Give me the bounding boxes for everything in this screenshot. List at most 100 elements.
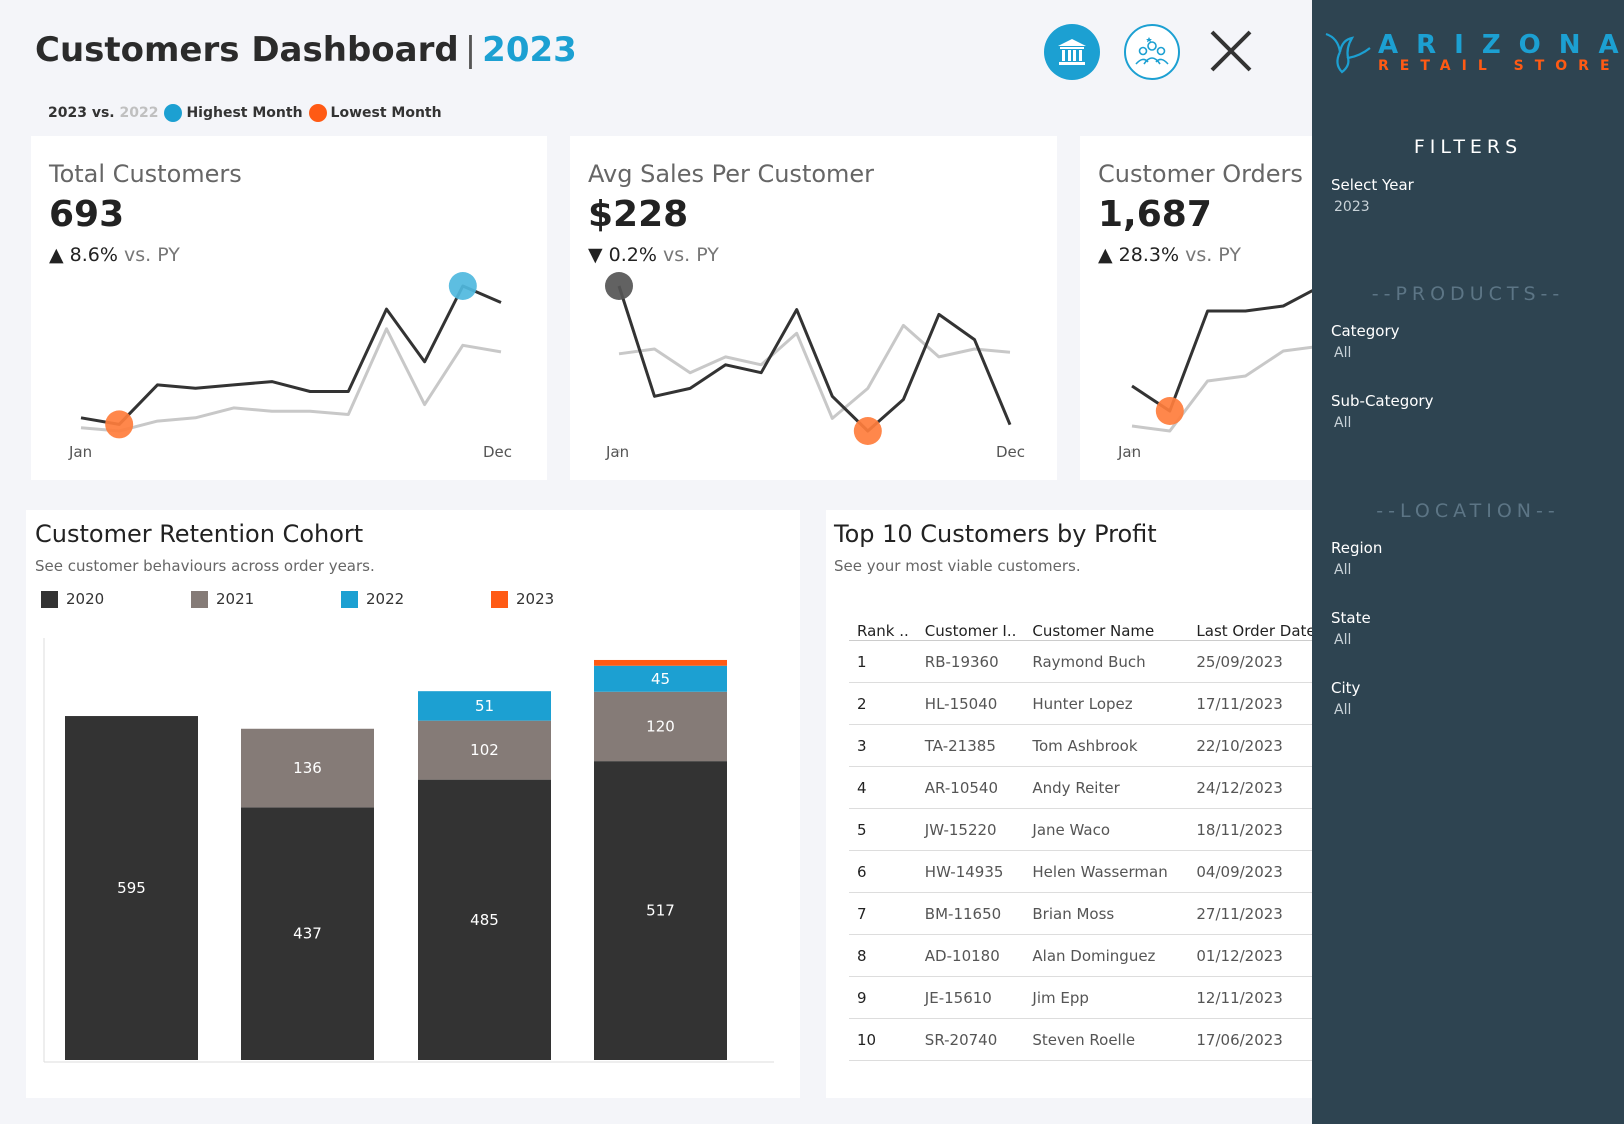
cell-customer-name: Tom Ashbrook [1024,724,1189,767]
cell-rank: 5 [849,808,917,851]
bank-icon[interactable] [1044,24,1100,80]
cell-customer-id: AD-10180 [916,934,1025,977]
subcategory-dropdown[interactable]: All [1334,415,1351,431]
bar-value-label: 51 [475,697,494,715]
bar-value-label: 102 [470,741,499,759]
cell-rank: 7 [849,892,917,935]
cell-customer-name: Helen Wasserman [1024,850,1189,893]
bar-value-label: 437 [293,925,322,943]
legend-highest: Highest Month [186,105,303,121]
brand-name: ARIZONA [1378,30,1624,60]
cell-rank: 3 [849,724,917,767]
cell-customer-id: HL-15040 [916,682,1025,725]
lowest-month-marker [105,410,134,439]
cohort-card: Customer Retention Cohort See customer b… [26,510,800,1098]
bar-value-label: 136 [293,759,322,777]
category-label: Category [1331,322,1400,340]
series-line-2023 [617,285,1012,433]
x-axis-start: Jan [1118,443,1142,461]
region-label: Region [1331,539,1383,557]
table-row[interactable]: 6 HW-14935 Helen Wasserman 04/09/2023 [849,850,1312,893]
bar-segment-2023-2023 [594,659,727,666]
bar-value-label: 595 [117,879,146,897]
cell-customer-id: SR-20740 [916,1018,1025,1061]
top10-title: Top 10 Customers by Profit [834,520,1157,548]
x-axis-start: Jan [69,443,93,461]
series-line-2022 [618,323,1011,420]
legend-lowest: Lowest Month [330,105,442,121]
title-text: Customers Dashboard [35,30,459,70]
bar-value-label: 120 [646,717,675,735]
region-dropdown[interactable]: All [1334,562,1351,578]
cell-customer-id: RB-19360 [916,640,1025,683]
legend-current: 2023 vs. [48,105,115,121]
cell-customer-id: JE-15610 [916,976,1025,1019]
table-row[interactable]: 2 HL-15040 Hunter Lopez 17/11/2023 [849,682,1312,725]
series-line-2023 [80,284,502,426]
table-row[interactable]: 1 RB-19360 Raymond Buch 25/09/2023 [849,640,1312,683]
kpi-card-avg-sales: Avg Sales Per Customer $228 ▼ 0.2% vs. P… [570,136,1057,480]
table-row[interactable]: 3 TA-21385 Tom Ashbrook 22/10/2023 [849,724,1312,767]
cell-last-order-date: 27/11/2023 [1188,892,1312,935]
select-year-dropdown[interactable]: 2023 [1334,199,1370,215]
cell-last-order-date: 25/09/2023 [1188,640,1312,683]
select-year-label: Select Year [1331,176,1414,194]
top10-subtitle: See your most viable customers. [834,557,1081,575]
cell-rank: 1 [849,640,917,683]
cell-rank: 8 [849,934,917,977]
kpi-sparkline-total-customers [80,272,502,453]
cell-customer-name: Alan Dominguez [1024,934,1189,977]
cell-last-order-date: 17/06/2023 [1188,1018,1312,1061]
cell-rank: 6 [849,850,917,893]
highest-month-marker [605,272,633,300]
table-row[interactable]: 7 BM-11650 Brian Moss 27/11/2023 [849,892,1312,935]
top10-table: Rank .. Customer I.. Customer Name Last … [849,606,1312,1061]
table-row[interactable]: 9 JE-15610 Jim Epp 12/11/2023 [849,976,1312,1019]
cell-last-order-date: 17/11/2023 [1188,682,1312,725]
bar-value-label: 485 [470,911,499,929]
x-axis-end: Dec [483,443,513,461]
cell-customer-name: Steven Roelle [1024,1018,1189,1061]
people-group-icon[interactable] [1124,24,1180,80]
cell-customer-id: TA-21385 [916,724,1025,767]
cohort-bar-chart: 595 437 136 485 102 51 517 120 45 [43,638,774,1063]
series-line-2022 [80,327,502,433]
bar-value-label: 517 [646,902,675,920]
lowest-month-marker [1155,397,1184,425]
legend-top: 2023 vs. 2022 Highest Month Lowest Month [48,104,442,122]
cell-customer-id: HW-14935 [916,850,1025,893]
page-title: Customers Dashboard | 2023 [35,30,577,70]
state-label: State [1331,609,1371,627]
category-dropdown[interactable]: All [1334,345,1351,361]
kpi-sparkline-customer-orders [1131,289,1312,453]
col-customer-id[interactable]: Customer I.. [916,606,1025,641]
cell-customer-id: AR-10540 [916,766,1025,809]
subcategory-label: Sub-Category [1331,392,1434,410]
title-year: 2023 [482,30,577,70]
bar-value-label: 45 [651,670,670,688]
table-header-row: Rank .. Customer I.. Customer Name Last … [849,606,1312,641]
table-row[interactable]: 5 JW-15220 Jane Waco 18/11/2023 [849,808,1312,851]
cell-customer-name: Brian Moss [1024,892,1189,935]
legend-previous: 2022 [119,105,159,121]
col-rank[interactable]: Rank .. [849,606,917,641]
state-dropdown[interactable]: All [1334,632,1351,648]
lowest-month-marker [853,417,882,445]
cell-customer-id: BM-11650 [916,892,1025,935]
table-row[interactable]: 8 AD-10180 Alan Dominguez 01/12/2023 [849,934,1312,977]
bird-logo-icon [1320,28,1378,78]
col-last-order-date[interactable]: Last Order Date [1188,606,1312,641]
col-customer-name[interactable]: Customer Name [1024,606,1189,641]
city-dropdown[interactable]: All [1334,702,1351,718]
cell-last-order-date: 04/09/2023 [1188,850,1312,893]
table-row[interactable]: 4 AR-10540 Andy Reiter 24/12/2023 [849,766,1312,809]
top10-card: Top 10 Customers by Profit See your most… [826,510,1312,1098]
table-row[interactable]: 10 SR-20740 Steven Roelle 17/06/2023 [849,1018,1312,1061]
cell-rank: 10 [849,1018,917,1061]
cell-customer-name: Andy Reiter [1024,766,1189,809]
cell-customer-name: Raymond Buch [1024,640,1189,683]
close-icon[interactable] [1208,28,1254,74]
sidebar: ARIZONA RETAIL STORE FILTERS Select Year… [1312,0,1624,1124]
cell-customer-name: Hunter Lopez [1024,682,1189,725]
highest-month-marker [448,272,477,300]
